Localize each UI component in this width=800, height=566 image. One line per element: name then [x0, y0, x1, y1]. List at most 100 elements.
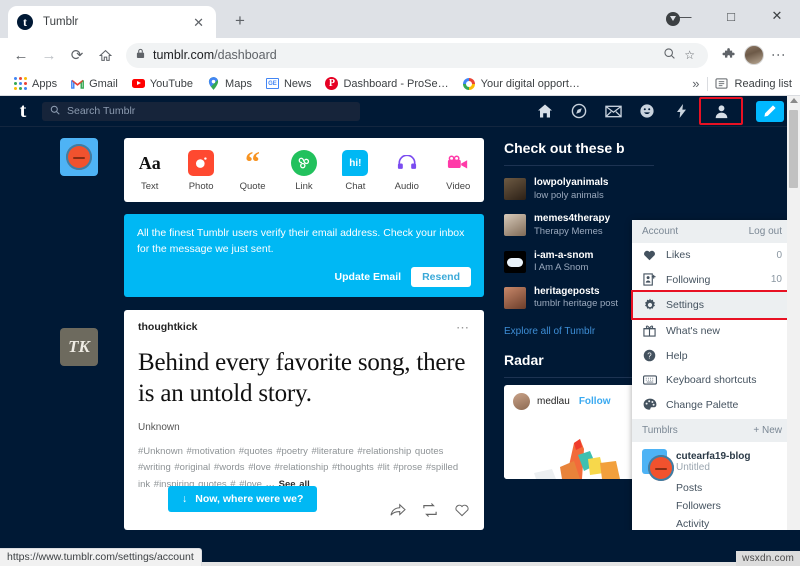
- post-type-chat[interactable]: hi! Chat: [330, 150, 381, 192]
- bookmark-label: Your digital opport…: [480, 77, 580, 90]
- gmail-icon: [71, 77, 84, 90]
- minimize-button[interactable]: —: [662, 0, 708, 32]
- forward-icon[interactable]: →: [36, 42, 62, 68]
- browser-tab-tumblr[interactable]: t Tumblr ✕: [8, 6, 216, 38]
- chat-icon: hi!: [342, 150, 369, 176]
- account-label: Account: [642, 226, 679, 237]
- bookmark-gmail[interactable]: Gmail: [65, 75, 124, 92]
- new-tumblr-button[interactable]: + New: [753, 425, 782, 436]
- search-placeholder: Search Tumblr: [67, 105, 136, 117]
- address-bar[interactable]: tumblr.com/dashboard ☆: [126, 42, 708, 68]
- inbox-envelope-icon[interactable]: [604, 102, 622, 120]
- post-type-text[interactable]: Aa Text: [124, 150, 175, 192]
- avatar: [642, 449, 674, 481]
- google-icon: [463, 77, 476, 90]
- menu-item-label: Help: [666, 349, 688, 362]
- reblog-icon[interactable]: [422, 503, 438, 522]
- menu-item-label: What's new: [666, 324, 720, 337]
- post-type-video[interactable]: Video: [433, 150, 484, 192]
- messaging-smiley-icon[interactable]: [638, 102, 656, 120]
- reload-icon[interactable]: ⟳: [64, 42, 90, 68]
- avatar[interactable]: [60, 138, 98, 176]
- bookmark-dashboard[interactable]: P Dashboard - ProSe…: [319, 75, 454, 92]
- blog-title: low poly animals: [534, 189, 604, 201]
- youtube-icon: [131, 77, 145, 90]
- menu-kebab-icon[interactable]: ⋮: [766, 48, 792, 62]
- maximize-button[interactable]: □: [708, 0, 754, 32]
- menu-item-change-palette[interactable]: Change Palette: [632, 392, 792, 417]
- post-author[interactable]: thoughtkick: [138, 321, 198, 333]
- log-out-button[interactable]: Log out: [749, 226, 782, 237]
- back-icon[interactable]: ←: [8, 42, 34, 68]
- extensions-puzzle-icon[interactable]: [716, 42, 742, 68]
- window-close-button[interactable]: ✕: [754, 0, 800, 32]
- bookmark-apps[interactable]: Apps: [8, 75, 63, 92]
- activity-bolt-icon[interactable]: [672, 102, 690, 120]
- new-tab-button[interactable]: +: [228, 10, 252, 34]
- blog-link-posts[interactable]: Posts: [632, 479, 792, 497]
- post-type-audio[interactable]: Audio: [381, 150, 432, 192]
- banner-actions: Update Email Resend: [137, 266, 471, 287]
- bookmark-maps[interactable]: Maps: [201, 75, 258, 92]
- tumblr-logo[interactable]: t: [12, 101, 34, 121]
- account-person-icon[interactable]: [699, 97, 743, 125]
- ellipsis-icon[interactable]: ⋯: [456, 321, 470, 334]
- page-scrollbar[interactable]: [787, 96, 800, 530]
- blog-link-followers[interactable]: Followers: [632, 497, 792, 515]
- blog-name: cutearfa19-blog: [676, 450, 751, 462]
- google-news-icon: GE: [265, 77, 279, 90]
- scroll-up-arrow-icon[interactable]: [790, 98, 798, 103]
- menu-item-likes[interactable]: Likes 0: [632, 243, 792, 267]
- resend-button[interactable]: Resend: [411, 266, 471, 287]
- bookmarks-overflow-button[interactable]: »: [692, 76, 699, 91]
- close-icon[interactable]: ✕: [190, 14, 207, 31]
- browser-toolbar: ← → ⟳ tumblr.com/dashboard ☆ ⋮: [0, 38, 800, 72]
- blog-name: heritageposts: [534, 285, 600, 297]
- menu-item-help[interactable]: ? Help: [632, 343, 792, 368]
- menu-item-settings[interactable]: Settings: [631, 290, 794, 320]
- url-text: tumblr.com/dashboard: [153, 48, 277, 62]
- dropdown-blog-entry[interactable]: cutearfa19-blog Untitled: [632, 442, 792, 481]
- scrollbar-thumb[interactable]: [789, 110, 798, 188]
- chrome-profile-avatar[interactable]: [744, 45, 764, 65]
- menu-item-whats-new[interactable]: What's new: [632, 318, 792, 343]
- home-icon[interactable]: [536, 102, 554, 120]
- bookmark-youtube[interactable]: YouTube: [126, 75, 199, 92]
- browser-window: t Tumblr ✕ + — □ ✕ ← → ⟳ tumblr.com/dash…: [0, 0, 800, 566]
- post-type-selector: Aa Text Photo “ Quote Link hi! Chat Audi…: [124, 138, 484, 202]
- radar-username[interactable]: medlau: [537, 396, 570, 407]
- compass-explore-icon[interactable]: [570, 102, 588, 120]
- avatar[interactable]: TK: [60, 328, 98, 366]
- bookmark-label: News: [283, 77, 312, 90]
- recommended-blog-item[interactable]: lowpolyanimals low poly animals: [504, 171, 654, 207]
- post-type-quote[interactable]: “ Quote: [227, 146, 278, 192]
- video-icon: [445, 150, 471, 176]
- now-where-were-we-button[interactable]: ↓ Now, where were we?: [168, 486, 318, 512]
- compose-pencil-icon[interactable]: [756, 100, 784, 122]
- tumblr-dashboard: t Search Tumblr TK Aa Text Photo “ Quote…: [0, 96, 800, 530]
- menu-item-following[interactable]: Following 10: [632, 267, 792, 292]
- bookmark-news[interactable]: GE News: [260, 75, 318, 92]
- likes-count: 0: [776, 249, 782, 261]
- bookmark-star-icon[interactable]: ☆: [681, 48, 698, 62]
- post-type-link[interactable]: Link: [278, 150, 329, 192]
- share-icon[interactable]: [390, 503, 406, 522]
- bookmarks-overflow-area: » Reading list: [692, 76, 792, 91]
- home-icon[interactable]: [92, 42, 118, 68]
- bookmark-digital-opportunity[interactable]: Your digital opport…: [457, 75, 586, 92]
- zoom-search-icon[interactable]: [660, 47, 679, 63]
- down-arrow-icon: ↓: [182, 493, 188, 505]
- post-type-photo[interactable]: Photo: [175, 150, 226, 192]
- blog-title: I Am A Snom: [534, 262, 589, 274]
- text-icon: Aa: [136, 150, 163, 176]
- blog-link-activity[interactable]: Activity: [632, 515, 792, 530]
- follow-button[interactable]: Follow: [579, 396, 611, 407]
- reading-list-label[interactable]: Reading list: [735, 78, 792, 90]
- now-button-label: Now, where were we?: [195, 493, 304, 505]
- search-input[interactable]: Search Tumblr: [42, 101, 360, 121]
- tumblr-nav-icons: [536, 97, 788, 125]
- update-email-link[interactable]: Update Email: [335, 271, 402, 283]
- svg-text:?: ?: [647, 351, 652, 360]
- menu-item-keyboard-shortcuts[interactable]: Keyboard shortcuts: [632, 368, 792, 392]
- heart-icon[interactable]: [454, 503, 470, 522]
